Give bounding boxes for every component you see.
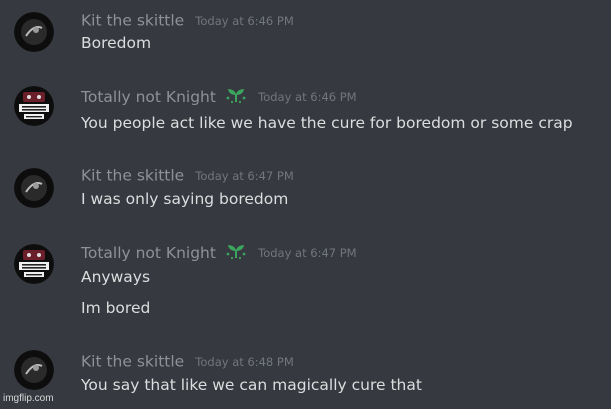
message-header: Kit the skittle Today at 6:48 PM: [81, 351, 294, 371]
leaf-sprout-badge-icon[interactable]: [225, 242, 247, 264]
avatar[interactable]: [14, 244, 54, 284]
leaf-sprout-badge-icon[interactable]: [225, 86, 247, 108]
dark-orb-avatar-icon: [14, 350, 54, 390]
message: Kit the skittle Today at 6:47 PM I was o…: [0, 165, 611, 215]
username[interactable]: Kit the skittle: [81, 12, 184, 30]
message-text: I was only saying boredom: [81, 190, 289, 208]
message-header: Totally not Knight Today at 6:46 PM: [81, 86, 357, 106]
timestamp: Today at 6:47 PM: [195, 168, 294, 183]
message: Kit the skittle Today at 6:48 PM You say…: [0, 350, 611, 401]
avatar[interactable]: [14, 350, 54, 390]
timestamp: Today at 6:47 PM: [258, 246, 357, 260]
username[interactable]: Kit the skittle: [81, 353, 184, 371]
username[interactable]: Totally not Knight: [81, 244, 216, 262]
message: Totally not Knight Today at 6:47 PM Anyw…: [0, 242, 611, 322]
knight-wing-logo-avatar-icon: [14, 244, 54, 284]
avatar[interactable]: [14, 86, 54, 126]
avatar[interactable]: [14, 12, 54, 52]
username[interactable]: Kit the skittle: [81, 167, 184, 185]
dark-orb-avatar-icon: [14, 168, 54, 208]
message: Kit the skittle Today at 6:46 PM Boredom: [0, 10, 611, 60]
avatar[interactable]: [14, 168, 54, 208]
message-header: Kit the skittle Today at 6:46 PM: [81, 10, 294, 30]
timestamp: Today at 6:48 PM: [195, 354, 294, 369]
message: Totally not Knight Today at 6:46 PM You …: [0, 86, 611, 136]
knight-wing-logo-avatar-icon: [14, 86, 54, 126]
timestamp: Today at 6:46 PM: [195, 13, 294, 28]
chat-messages: Kit the skittle Today at 6:46 PM Boredom…: [0, 0, 611, 409]
message-text: Anyways: [81, 268, 151, 286]
message-text: Im bored: [81, 299, 151, 317]
timestamp: Today at 6:46 PM: [258, 90, 357, 104]
dark-orb-avatar-icon: [14, 12, 54, 52]
message-text: You say that like we can magically cure …: [81, 376, 422, 394]
message-text: Boredom: [81, 34, 152, 52]
message-header: Totally not Knight Today at 6:47 PM: [81, 242, 357, 262]
message-text: You people act like we have the cure for…: [81, 114, 573, 132]
message-header: Kit the skittle Today at 6:47 PM: [81, 165, 294, 185]
username[interactable]: Totally not Knight: [81, 88, 216, 106]
watermark: imgflip.com: [3, 393, 54, 404]
